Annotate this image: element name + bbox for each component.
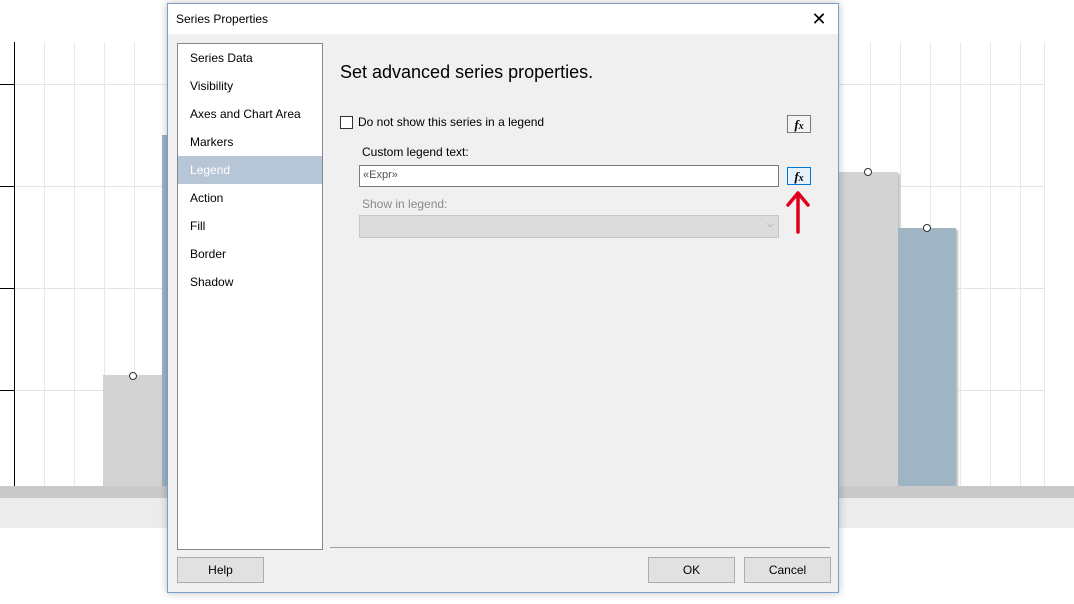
page-heading: Set advanced series properties. <box>340 62 594 82</box>
dialog-title: Series Properties <box>176 12 269 26</box>
chevron-down-icon: ⌵ <box>766 219 774 230</box>
chart-marker <box>923 224 931 232</box>
axis-tick <box>0 390 14 391</box>
hide-in-legend-checkbox[interactable] <box>340 116 353 129</box>
gridline <box>1044 42 1045 486</box>
help-button[interactable]: Help <box>177 557 264 583</box>
close-icon[interactable]: ✕ <box>806 8 832 30</box>
show-in-legend-select: ⌵ <box>359 215 779 238</box>
nav-item-action[interactable]: Action <box>178 184 322 212</box>
custom-legend-text-input[interactable]: «Expr» <box>359 165 779 187</box>
nav-item-markers[interactable]: Markers <box>178 128 322 156</box>
cancel-button[interactable]: Cancel <box>744 557 831 583</box>
series-properties-dialog: Series Properties ✕ Series Data Visibili… <box>167 3 839 593</box>
axis-tick <box>0 84 14 85</box>
hide-in-legend-expression-button[interactable]: fx <box>787 115 811 133</box>
nav-item-fill[interactable]: Fill <box>178 212 322 240</box>
gridline <box>990 42 991 486</box>
title-bar[interactable]: Series Properties ✕ <box>168 4 838 34</box>
nav-item-series-data[interactable]: Series Data <box>178 44 322 72</box>
axis-tick <box>0 288 14 289</box>
chart-bar <box>103 375 163 486</box>
custom-legend-text-label: Custom legend text: <box>362 145 469 159</box>
y-axis <box>14 42 15 486</box>
button-separator <box>330 547 830 548</box>
chart-bar <box>898 228 956 486</box>
chart-bar <box>838 172 898 486</box>
axis-tick <box>0 186 14 187</box>
gridline <box>74 42 75 486</box>
up-arrow-icon <box>786 191 810 234</box>
chart-marker <box>129 372 137 380</box>
chart-marker <box>864 168 872 176</box>
hide-in-legend-label[interactable]: Do not show this series in a legend <box>358 115 544 129</box>
nav-item-legend[interactable]: Legend <box>178 156 322 184</box>
gridline <box>960 42 961 486</box>
show-in-legend-label: Show in legend: <box>362 197 448 211</box>
nav-item-axes-and-chart-area[interactable]: Axes and Chart Area <box>178 100 322 128</box>
custom-legend-expression-button[interactable]: fx <box>787 167 811 185</box>
ok-button[interactable]: OK <box>648 557 735 583</box>
nav-item-border[interactable]: Border <box>178 240 322 268</box>
gridline <box>1020 42 1021 486</box>
property-page-list: Series Data Visibility Axes and Chart Ar… <box>177 43 323 550</box>
gridline <box>44 42 45 486</box>
nav-item-visibility[interactable]: Visibility <box>178 72 322 100</box>
nav-item-shadow[interactable]: Shadow <box>178 268 322 296</box>
